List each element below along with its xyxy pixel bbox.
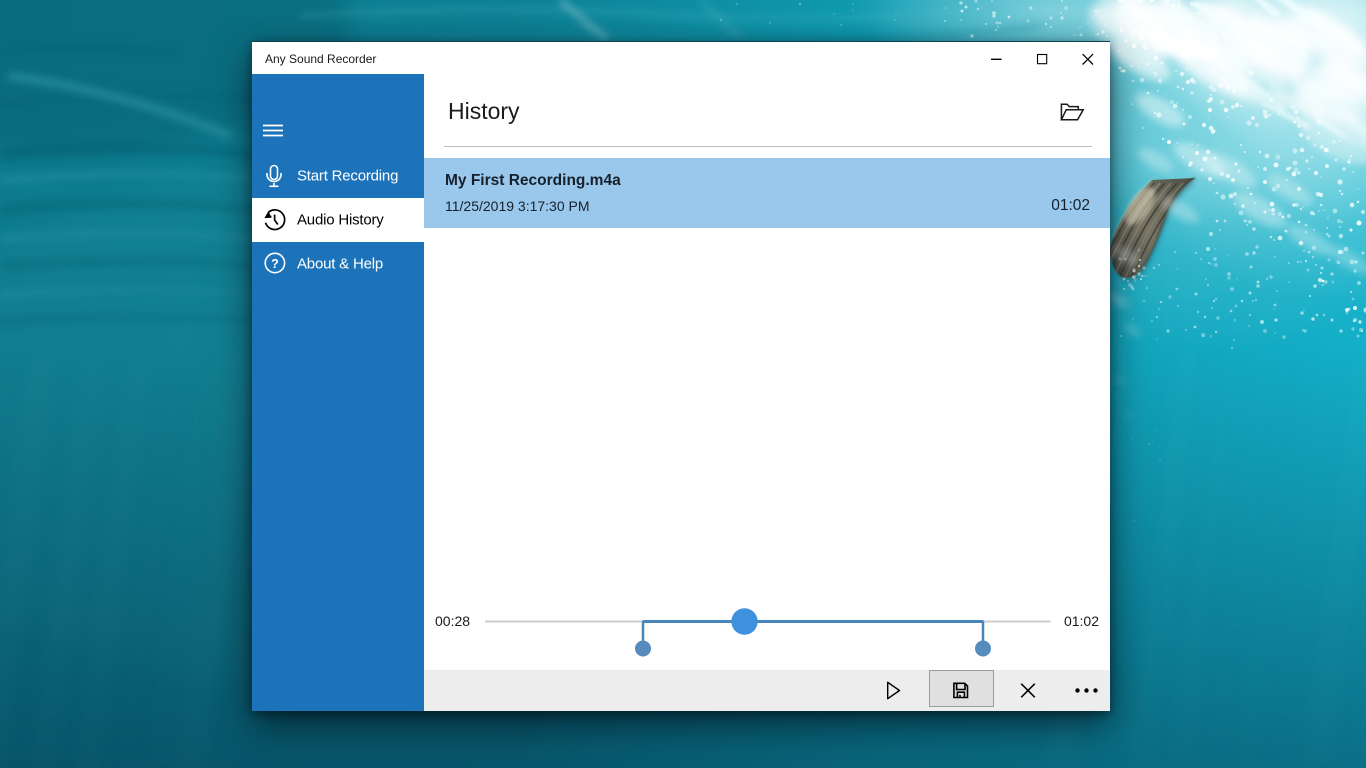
svg-text:?: ? [271, 257, 279, 271]
